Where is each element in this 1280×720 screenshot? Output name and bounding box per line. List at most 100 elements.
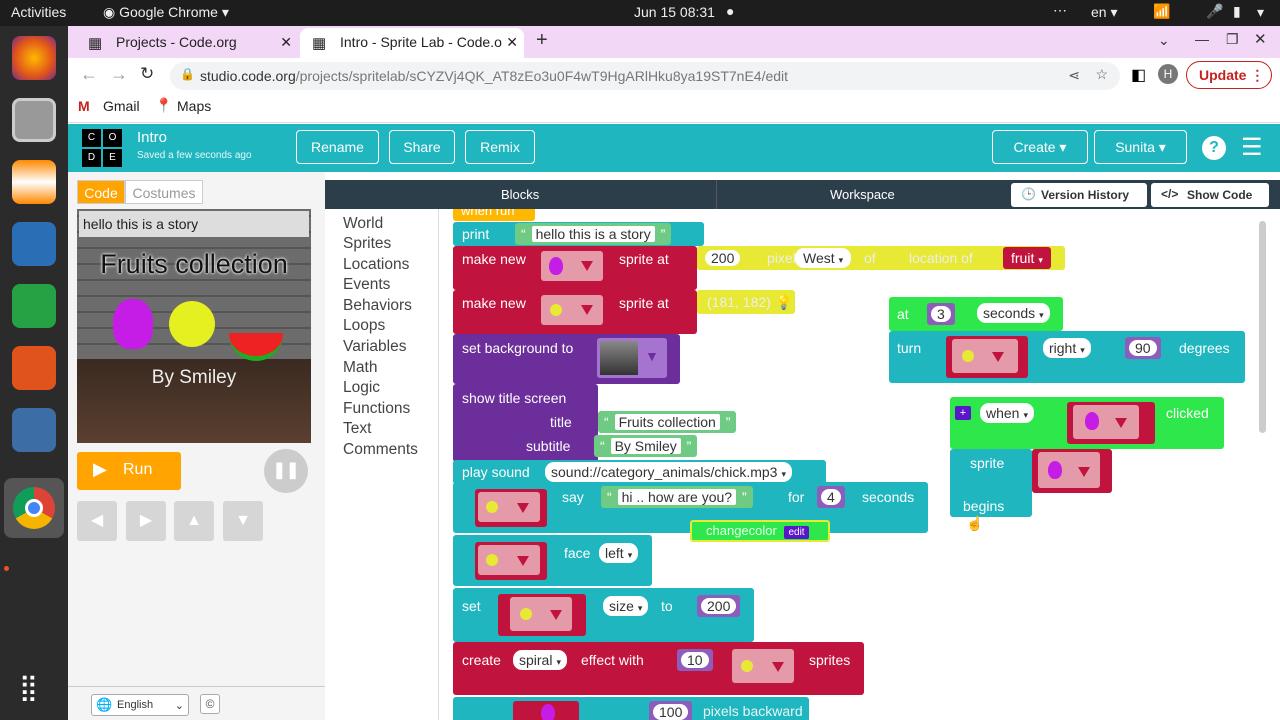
tab-projects[interactable]: ▦ Projects - Code.org ✕ — [76, 28, 298, 58]
help-icon[interactable]: ? — [1202, 136, 1226, 160]
tab-search-icon[interactable]: ⌄ — [1158, 32, 1170, 49]
print-block[interactable]: print “ hello this is a story ” — [453, 222, 704, 246]
writer-icon[interactable] — [12, 222, 56, 266]
coordinates-block[interactable]: (181, 182) 💡 — [697, 290, 795, 314]
sprite-slot[interactable] — [946, 336, 1028, 378]
bookmark-maps[interactable]: Maps — [177, 98, 211, 114]
version-history-button[interactable]: 🕒 Version History — [1011, 183, 1147, 207]
effect-count-value[interactable]: 10 — [677, 649, 713, 671]
subtitle-string[interactable]: “ By Smiley ” — [594, 435, 698, 457]
category-loops[interactable]: Loops — [343, 317, 385, 335]
sprite-slot[interactable] — [513, 701, 579, 720]
blockly-workspace[interactable]: when run print “ hello this is a story ”… — [439, 209, 1269, 720]
close-tab-icon[interactable]: ✕ — [280, 34, 292, 51]
changecolor-function-block[interactable]: changecolor edit — [690, 520, 830, 542]
when-clicked-block[interactable]: + when ▾ clicked — [950, 397, 1224, 449]
copyright-button[interactable]: © — [200, 694, 220, 714]
vlc-icon[interactable] — [12, 160, 56, 204]
new-tab-icon[interactable]: + — [536, 29, 548, 52]
property-dropdown[interactable]: size ▾ — [603, 596, 649, 616]
category-events[interactable]: Events — [343, 276, 390, 294]
category-math[interactable]: Math — [343, 359, 377, 377]
address-bar[interactable]: 🔒 studio.code.org/projects/spritelab/sCY… — [170, 62, 1120, 90]
up-arrow-button[interactable]: ▲ — [174, 501, 214, 541]
edit-function-button[interactable]: edit — [784, 526, 809, 539]
battery-icon[interactable]: ▮ — [1233, 3, 1241, 20]
size-value[interactable]: 200 — [697, 595, 741, 617]
pixels-value[interactable]: 200 — [701, 247, 744, 269]
activities-button[interactable]: Activities — [11, 4, 66, 20]
bookmark-gmail[interactable]: Gmail — [103, 98, 140, 114]
partial-move-block[interactable]: 100 pixels backward — [453, 697, 809, 720]
hamburger-menu-icon[interactable]: ☰ — [1241, 133, 1263, 162]
expand-plus-icon[interactable]: + — [955, 406, 971, 420]
reload-icon[interactable]: ↻ — [140, 64, 154, 84]
make-new-sprite-block[interactable]: make new sprite at — [453, 290, 697, 334]
bookmark-star-icon[interactable]: ☆ — [1095, 66, 1108, 83]
sprite-slot[interactable] — [732, 649, 794, 683]
sprite-slot[interactable] — [475, 489, 547, 527]
user-menu[interactable]: Sunita ▾ — [1094, 130, 1187, 164]
event-dropdown[interactable]: when ▾ — [980, 403, 1034, 423]
sprite-slot[interactable] — [1032, 449, 1112, 493]
firefox-icon[interactable] — [12, 36, 56, 80]
make-new-sprite-block[interactable]: make new sprite at — [453, 246, 697, 290]
at-value[interactable]: 3 — [927, 303, 955, 325]
category-locations[interactable]: Locations — [343, 256, 409, 274]
update-button[interactable]: Update ⋮ — [1186, 61, 1272, 89]
sprite-slot[interactable] — [498, 594, 586, 636]
when-clicked-body[interactable]: sprite begins — [950, 449, 1032, 517]
category-functions[interactable]: Functions — [343, 400, 410, 418]
category-logic[interactable]: Logic — [343, 379, 380, 397]
face-direction-dropdown[interactable]: left ▾ — [599, 543, 639, 563]
turn-direction-dropdown[interactable]: right ▾ — [1043, 338, 1091, 358]
category-world[interactable]: World — [343, 215, 383, 233]
pause-button[interactable]: ❚❚ — [264, 449, 308, 493]
category-variables[interactable]: Variables — [343, 338, 406, 356]
show-code-button[interactable]: </> Show Code — [1151, 183, 1269, 207]
costume-dropdown[interactable] — [541, 251, 603, 281]
location-offset-block[interactable]: 200 pixels West ▾ of location of fruit ▾ — [697, 246, 1065, 270]
close-tab-icon[interactable]: ✕ — [506, 34, 518, 51]
files-icon[interactable] — [12, 98, 56, 142]
set-background-block[interactable]: set background to ▼ — [453, 334, 680, 384]
title-string[interactable]: “ Fruits collection ” — [598, 411, 737, 433]
when-run-block[interactable]: when run — [453, 209, 535, 221]
category-text[interactable]: Text — [343, 420, 371, 438]
language-indicator[interactable]: en ▾ — [1091, 4, 1118, 21]
print-string[interactable]: “ hello this is a story ” — [515, 223, 672, 245]
costumes-tab[interactable]: Costumes — [125, 180, 203, 204]
duration-value[interactable]: 4 — [817, 486, 845, 508]
minimize-icon[interactable]: — — [1195, 31, 1209, 47]
more-icon[interactable]: ⋯ — [1053, 2, 1067, 19]
costume-dropdown[interactable] — [541, 295, 603, 325]
play-sound-block[interactable]: play sound sound://category_animals/chic… — [453, 460, 826, 484]
category-comments[interactable]: Comments — [343, 441, 418, 459]
impress-icon[interactable] — [12, 346, 56, 390]
chrome-menu[interactable]: ◉ Google Chrome ▾ — [103, 4, 229, 21]
partial-value[interactable]: 100 — [649, 701, 693, 720]
profile-avatar[interactable]: H — [1158, 64, 1178, 84]
workspace-scrollbar[interactable] — [1259, 221, 1266, 433]
show-title-screen-block[interactable]: show title screen title subtitle — [453, 384, 598, 462]
share-button[interactable]: Share — [389, 130, 455, 164]
restore-icon[interactable]: ❐ — [1226, 31, 1239, 48]
mic-icon[interactable]: 🎤 — [1206, 3, 1223, 20]
remix-button[interactable]: Remix — [465, 130, 535, 164]
back-icon[interactable]: ← — [80, 64, 98, 85]
calc-icon[interactable] — [12, 284, 56, 328]
right-arrow-button[interactable]: ▶ — [126, 501, 166, 541]
direction-dropdown[interactable]: West ▾ — [795, 248, 852, 268]
game-stage[interactable]: hello this is a story Fruits collection … — [77, 209, 311, 443]
say-string[interactable]: “ hi .. how are you? ” — [601, 486, 753, 508]
create-effect-block[interactable]: create spiral ▾ effect with 10 sprites — [453, 642, 864, 695]
category-sprites[interactable]: Sprites — [343, 235, 391, 253]
tab-intro-spritelab[interactable]: ▦ Intro - Sprite Lab - Code.o ✕ — [300, 28, 524, 58]
sprite-slot[interactable] — [1067, 402, 1155, 444]
codeorg-logo[interactable]: C O D E — [82, 129, 122, 167]
close-window-icon[interactable]: ✕ — [1254, 30, 1267, 48]
at-seconds-block[interactable]: at 3 seconds ▾ — [889, 297, 1063, 331]
share-icon[interactable]: ⋖ — [1068, 67, 1080, 84]
wifi-icon[interactable]: 📶 — [1153, 3, 1170, 20]
left-arrow-button[interactable]: ◀ — [77, 501, 117, 541]
